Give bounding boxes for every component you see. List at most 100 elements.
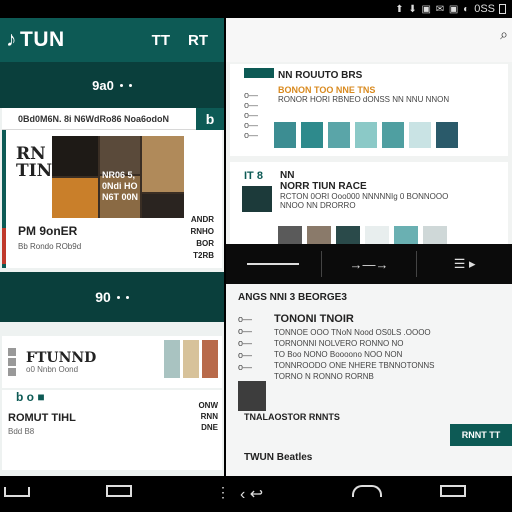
collage-tile xyxy=(100,136,140,174)
list-item-art xyxy=(164,340,218,378)
article-title: ROMUT TIHL xyxy=(8,412,76,424)
status-bar: ⬆ ⬇ ▣ ✉ ▣ ◐ 0SS xyxy=(0,0,512,18)
progress-control[interactable] xyxy=(226,251,322,277)
progress-bar xyxy=(247,263,300,265)
album-badge xyxy=(244,68,274,78)
detail-title: ANGS NNI 3 BEORGE3 xyxy=(238,292,347,303)
list-item-title: FTUNND xyxy=(26,349,97,366)
player-bar: →—→ ☰ ▸ xyxy=(226,244,512,284)
article-side: ONW RNN DNE xyxy=(198,401,218,432)
list-thumbs xyxy=(8,348,16,376)
news-card[interactable]: IT 8 NN NORR TIUN RACE RCTON 0ORI Ooo000… xyxy=(230,162,508,248)
separator-dot xyxy=(128,83,132,87)
news-row-thumb[interactable] xyxy=(307,226,331,244)
section-header-2: 90 xyxy=(0,272,224,322)
album-highlight: BONON TOO NNE TNS xyxy=(278,85,376,95)
detail-artist[interactable]: TWUN Beatles xyxy=(244,452,312,463)
collage-tile xyxy=(52,178,98,218)
detail-action-button[interactable]: RNNT TT xyxy=(450,424,512,446)
album-swatch[interactable] xyxy=(355,122,377,148)
menu-button[interactable]: ☰ ▸ xyxy=(417,251,512,277)
collage-caption: NR06 5, 0Ndi HO N6T 00N xyxy=(102,170,139,202)
detail-paragraph: TONNOE OOO TNoN Nood OS0LS .OOOO TORNONN… xyxy=(274,328,435,381)
carrier-label: 0SS xyxy=(474,3,495,15)
news-row-thumb[interactable] xyxy=(365,226,389,244)
search-icon[interactable]: ⌕ xyxy=(500,26,508,43)
recents-icon xyxy=(440,485,466,497)
recents-button-left[interactable] xyxy=(106,484,132,502)
news-number: IT 8 xyxy=(244,170,263,182)
news-body: RCTON 0ORI Ooo000 NNNNNIg 0 BONNOOO xyxy=(280,192,449,201)
featured-side-list: ANDR RNHO BOR T2RB xyxy=(190,215,214,260)
album-swatch[interactable] xyxy=(382,122,404,148)
back-button-left[interactable] xyxy=(4,484,30,502)
separator-dot xyxy=(119,83,123,87)
detail-body: o— o— o— o— o— TONONI TNOIR TONNOE OOO T… xyxy=(238,313,500,411)
navigation-bar: ⋮ ‹ ↩ xyxy=(0,476,512,512)
detail-text: TONONI TNOIR TONNOE OOO TNoN Nood OS0LS … xyxy=(274,313,434,411)
back-button-right[interactable]: ‹ ↩ xyxy=(240,484,263,504)
app-logo[interactable]: ♪ TUN xyxy=(6,28,65,52)
news-row-thumb[interactable] xyxy=(423,226,447,244)
music-note-icon: ♪ xyxy=(6,28,17,51)
featured-subtitle: PM 9onER xyxy=(18,224,78,238)
right-top-bar: ⌕ xyxy=(226,18,512,62)
menu-icon: ☰ ▸ xyxy=(453,256,476,271)
news-row-thumb[interactable] xyxy=(336,226,360,244)
home-icon xyxy=(352,485,382,497)
featured-meta: Bb Rondo ROb9d xyxy=(18,242,82,251)
album-swatch[interactable] xyxy=(301,122,323,148)
list-item-card[interactable]: FTUNND o0 Nnbn Oond xyxy=(2,336,222,388)
art-tile xyxy=(164,340,180,378)
album-swatch[interactable] xyxy=(436,122,458,148)
news-row-thumb[interactable] xyxy=(394,226,418,244)
detail-image[interactable] xyxy=(238,381,266,411)
album-swatch[interactable] xyxy=(274,122,296,148)
article-marks: b o ■ xyxy=(16,390,45,404)
recents-button-right[interactable] xyxy=(440,484,466,502)
album-list-marks: o— o— o— o— o— xyxy=(244,90,259,140)
play-button[interactable]: →—→ xyxy=(322,251,418,277)
news-subtitle: NNOO NN DRORRO xyxy=(280,201,356,210)
more-vertical-icon: ⋮ xyxy=(216,484,230,500)
album-card[interactable]: o— o— o— o— o— NN ROUUTO BRS BONON TOO N… xyxy=(230,64,508,156)
album-swatch[interactable] xyxy=(328,122,350,148)
action-button-2[interactable]: RT xyxy=(188,32,208,49)
article-card[interactable]: b o ■ ROMUT TIHL Bdd B8 ONW RNN DNE xyxy=(2,390,222,470)
battery-icon xyxy=(499,4,506,14)
overflow-menu-button[interactable]: ⋮ xyxy=(216,484,230,501)
detail-panel: ANGS NNI 3 BEORGE3 o— o— o— o— o— TONONI… xyxy=(226,284,512,476)
album-title: NN ROUUTO BRS xyxy=(278,70,363,81)
featured-card[interactable]: 0Bd0M6N. 8i N6WdRo86 Noa6odoN b RN TINE … xyxy=(2,108,224,268)
app-actions: TT RT xyxy=(152,32,208,49)
bookmark-tag[interactable]: b xyxy=(196,108,224,130)
article-subtitle: Bdd B8 xyxy=(8,427,35,436)
list-item-subtitle: o0 Nnbn Oond xyxy=(26,364,79,374)
detail-marks: o— o— o— o— o— xyxy=(238,314,253,372)
action-button-1[interactable]: TT xyxy=(152,32,170,49)
featured-card-header: 0Bd0M6N. 8i N6WdRo86 Noa6odoN xyxy=(2,108,222,130)
separator-dot xyxy=(116,295,120,299)
thumb xyxy=(8,348,16,356)
section-header-2-label: 90 xyxy=(95,289,111,305)
section-header-1-label: 9a0 xyxy=(92,77,114,93)
news-row-thumb[interactable] xyxy=(278,226,302,244)
album-swatch[interactable] xyxy=(409,122,431,148)
section-header-1: 9a0 xyxy=(0,62,224,108)
news-thumbnail[interactable] xyxy=(242,186,272,212)
thumb xyxy=(8,368,16,376)
detail-headline: TONONI TNOIR xyxy=(274,313,354,325)
separator-dot xyxy=(125,295,129,299)
collage-tile xyxy=(142,194,184,218)
right-pane: ⌕ o— o— o— o— o— NN ROUUTO BRS BONON TOO… xyxy=(226,18,512,476)
left-pane: ♪ TUN TT RT 9a0 0Bd0M6N. 8i N6WdRo86 Noa… xyxy=(0,18,224,476)
app-title: TUN xyxy=(20,28,65,51)
news-headline: NORR TIUN RACE xyxy=(280,181,367,192)
art-tile xyxy=(202,340,218,378)
art-tile xyxy=(183,340,199,378)
detail-footer: TNALAOSTOR RNNTS xyxy=(244,412,340,422)
news-label: NN xyxy=(280,170,295,181)
recents-icon xyxy=(106,485,132,497)
home-button-right[interactable] xyxy=(352,484,382,502)
status-icons: ⬆ ⬇ ▣ ✉ ▣ ◐ xyxy=(395,3,471,15)
